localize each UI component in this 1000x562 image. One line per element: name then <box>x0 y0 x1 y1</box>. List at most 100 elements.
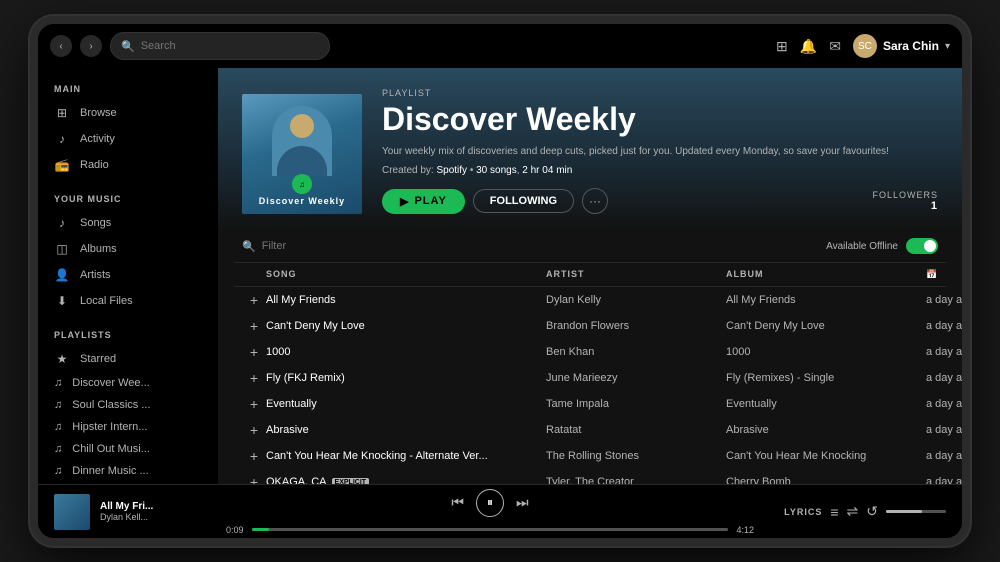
track-row[interactable]: + All My Friends Dylan Kelly All My Frie… <box>234 287 946 313</box>
track-album: Can't You Hear Me Knocking <box>726 450 926 462</box>
sidebar-item-artists[interactable]: 👤 Artists <box>38 262 218 288</box>
player-buttons: ⏮ ⏸ ⏭ <box>451 489 528 517</box>
queue-icon[interactable]: ≡ <box>830 504 838 520</box>
prev-button[interactable]: ⏮ <box>451 494 464 511</box>
app-container: ‹ › 🔍 ⊞ 🔔 ✉ SC Sara Chin ▾ <box>38 24 962 538</box>
track-album: Cherry Bomb <box>726 476 926 484</box>
user-menu[interactable]: SC Sara Chin ▾ <box>853 34 950 58</box>
track-add-icon[interactable]: + <box>242 474 266 484</box>
track-artist: Tame Impala <box>546 398 726 410</box>
radio-icon: 📻 <box>54 158 70 172</box>
playlist-creator: Spotify <box>436 165 467 176</box>
track-row[interactable]: + Eventually Tame Impala Eventually a da… <box>234 391 946 417</box>
playlist-item-hipster[interactable]: ♫ Hipster Intern... <box>38 416 218 438</box>
volume-fill <box>886 510 922 513</box>
track-album: All My Friends <box>726 294 926 306</box>
playlist-music-icon-3: ♫ <box>54 443 62 455</box>
track-add-icon[interactable]: + <box>242 370 266 386</box>
track-name: Abrasive <box>266 424 546 436</box>
progress-row: 0:09 4:12 <box>226 525 754 535</box>
track-row[interactable]: + Fly (FKJ Remix) June Marieezy Fly (Rem… <box>234 365 946 391</box>
sidebar-item-local-files[interactable]: ⬇ Local Files <box>38 288 218 314</box>
track-artist: Brandon Flowers <box>546 320 726 332</box>
pause-button[interactable]: ⏸ <box>476 489 504 517</box>
track-add-icon[interactable]: + <box>242 292 266 308</box>
next-button[interactable]: ⏭ <box>516 494 529 511</box>
grid-icon-button[interactable]: ⊞ <box>776 38 788 55</box>
shuffle-icon[interactable]: ⇌ <box>847 503 859 520</box>
filter-input-area[interactable]: 🔍 <box>242 240 404 253</box>
track-row[interactable]: + Abrasive Ratatat Abrasive a day ago 4:… <box>234 417 946 443</box>
playlist-actions: ▶ PLAY FOLLOWING ··· FOLLOWERS 1 <box>382 188 938 214</box>
track-album: Eventually <box>726 398 926 410</box>
filter-input[interactable] <box>262 240 404 252</box>
playlist-duration: 2 hr 04 min <box>522 165 572 176</box>
spotify-logo-small: ♫ <box>292 174 312 194</box>
playlist-item-chillout[interactable]: ♫ Chill Out Musi... <box>38 438 218 460</box>
sidebar-item-label-local: Local Files <box>80 295 133 307</box>
track-add-icon[interactable]: + <box>242 448 266 464</box>
playlist-info: PLAYLIST Discover Weekly Your weekly mix… <box>382 88 938 214</box>
playlist-item-soul[interactable]: ♫ Soul Classics ... <box>38 394 218 416</box>
repeat-icon[interactable]: ↺ <box>866 503 878 520</box>
track-add-icon[interactable]: + <box>242 344 266 360</box>
track-name: Eventually <box>266 398 546 410</box>
track-name: All My Friends <box>266 294 546 306</box>
track-add-icon[interactable]: + <box>242 422 266 438</box>
followers-info: FOLLOWERS 1 <box>872 190 938 212</box>
album-art-label: Discover Weekly <box>242 196 362 206</box>
playlists-label: PLAYLISTS <box>38 330 218 346</box>
playlist-meta: Created by: Spotify • 30 songs, 2 hr 04 … <box>382 165 938 176</box>
sidebar-item-label-albums: Albums <box>80 243 117 255</box>
main-section-label: MAIN <box>38 84 218 100</box>
following-button[interactable]: FOLLOWING <box>473 189 574 213</box>
notification-button[interactable]: 🔔 <box>800 38 817 55</box>
player-track-text: All My Fri... Dylan Kell... <box>100 501 153 522</box>
progress-bar[interactable] <box>252 528 729 531</box>
offline-toggle[interactable] <box>906 238 938 254</box>
track-add-icon[interactable]: + <box>242 396 266 412</box>
more-options-button[interactable]: ··· <box>582 188 608 214</box>
track-album: Fly (Remixes) - Single <box>726 372 926 384</box>
forward-button[interactable]: › <box>80 35 102 57</box>
track-add-icon[interactable]: + <box>242 318 266 334</box>
header-album: ALBUM <box>726 269 926 280</box>
track-name: 1000 <box>266 346 546 358</box>
message-button[interactable]: ✉ <box>829 38 841 55</box>
playlist-item-label-2: Hipster Intern... <box>72 421 147 433</box>
playlist-item-label-1: Soul Classics ... <box>72 399 150 411</box>
sidebar-item-starred[interactable]: ★ Starred <box>38 346 218 372</box>
track-date: a day ago <box>926 424 962 436</box>
sidebar-item-label-activity: Activity <box>80 133 115 145</box>
sidebar-item-radio[interactable]: 📻 Radio <box>38 152 218 178</box>
player-album-art <box>54 494 90 530</box>
activity-icon: ♪ <box>54 132 70 146</box>
header-add <box>242 269 266 280</box>
track-row[interactable]: + Can't Deny My Love Brandon Flowers Can… <box>234 313 946 339</box>
track-name: Fly (FKJ Remix) <box>266 372 546 384</box>
track-row[interactable]: + Can't You Hear Me Knocking - Alternate… <box>234 443 946 469</box>
back-button[interactable]: ‹ <box>50 35 72 57</box>
star-icon: ★ <box>54 352 70 366</box>
track-artist: Dylan Kelly <box>546 294 726 306</box>
play-button[interactable]: ▶ PLAY <box>382 189 465 214</box>
track-album: Can't Deny My Love <box>726 320 926 332</box>
playlist-item-label-4: Dinner Music ... <box>72 465 148 477</box>
track-artist: Tyler, The Creator <box>546 476 726 484</box>
search-input[interactable] <box>141 40 319 52</box>
sidebar-item-albums[interactable]: ◫ Albums <box>38 236 218 262</box>
track-row[interactable]: + OKAGA, CAEXPLICIT Tyler, The Creator C… <box>234 469 946 484</box>
tracks-area: 🔍 Available Offline SONG ARTIST ALBUM <box>218 230 962 484</box>
playlist-item-dinner[interactable]: ♫ Dinner Music ... <box>38 460 218 482</box>
track-row[interactable]: + 1000 Ben Khan 1000 a day ago 2:54 <box>234 339 946 365</box>
top-bar: ‹ › 🔍 ⊞ 🔔 ✉ SC Sara Chin ▾ <box>38 24 962 68</box>
sidebar-item-browse[interactable]: ⊞ Browse <box>38 100 218 126</box>
volume-bar[interactable] <box>886 510 946 513</box>
albums-icon: ◫ <box>54 242 70 256</box>
lyrics-button[interactable]: LYRICS <box>784 507 822 517</box>
playlist-type-label: PLAYLIST <box>382 88 938 98</box>
sidebar-item-activity[interactable]: ♪ Activity <box>38 126 218 152</box>
playlist-item-discover[interactable]: ♫ Discover Wee... <box>38 372 218 394</box>
search-bar[interactable]: 🔍 <box>110 32 330 60</box>
sidebar-item-songs[interactable]: ♪ Songs <box>38 210 218 236</box>
